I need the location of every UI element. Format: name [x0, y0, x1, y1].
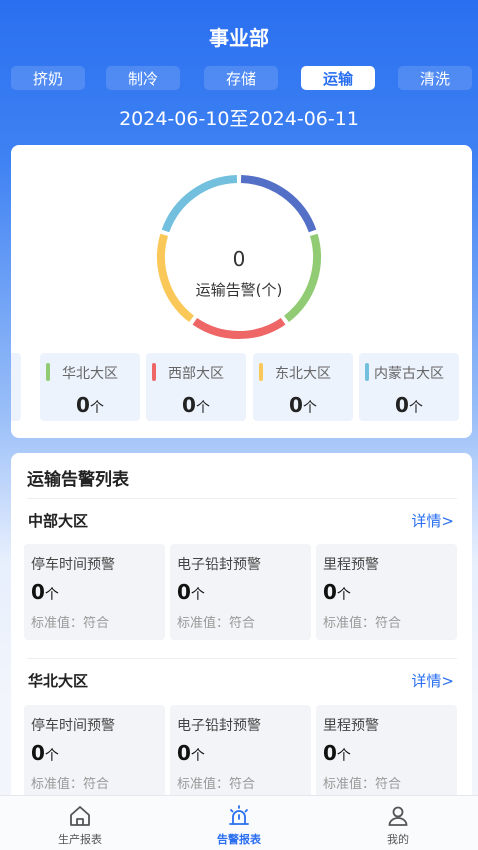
group-title: 华北大区	[28, 672, 89, 690]
region-value: 0个	[76, 393, 104, 417]
metric-name: 电子铅封预警	[177, 718, 261, 734]
alert-list-title: 运输告警列表	[27, 470, 129, 490]
alarm-icon	[229, 805, 249, 825]
alert-count: 0	[232, 247, 246, 271]
category-tabs: 挤奶 制冷 存储 运输 清洗	[0, 66, 478, 90]
donut-segment	[192, 317, 286, 339]
metric-standard: 标准值：符合	[31, 616, 110, 631]
donut-segment	[161, 175, 238, 233]
metric-name: 停车时间预警	[31, 718, 115, 734]
tab-cleaning[interactable]: 清洗	[398, 66, 472, 90]
region-card-partial[interactable]	[11, 353, 21, 421]
metric-standard: 标准值：符合	[177, 616, 256, 631]
metric-standard: 标准值：符合	[31, 777, 110, 792]
region-name: 西部大区	[168, 366, 224, 382]
metric-name: 停车时间预警	[31, 557, 115, 573]
region-card-neimenggu[interactable]: 内蒙古大区 0个	[359, 353, 459, 421]
region-name: 华北大区	[62, 366, 118, 382]
metric-name: 里程预警	[323, 557, 379, 573]
metric-standard: 标准值：符合	[323, 616, 402, 631]
metric-value: 0个	[31, 741, 59, 765]
detail-link[interactable]: 详情>	[411, 510, 454, 531]
metric-card[interactable]: 电子铅封预警 0个 标准值：符合	[170, 544, 311, 640]
detail-link[interactable]: 详情>	[411, 670, 454, 691]
metric-standard: 标准值：符合	[177, 777, 256, 792]
region-value: 0个	[395, 393, 423, 417]
metric-card[interactable]: 里程预警 0个 标准值：符合	[316, 544, 457, 640]
date-range[interactable]: 2024-06-10至2024-06-11	[0, 104, 478, 131]
region-value: 0个	[182, 393, 210, 417]
metric-value: 0个	[177, 580, 205, 604]
region-card-huabei[interactable]: 华北大区 0个	[40, 353, 140, 421]
page-title: 事业部	[209, 26, 269, 50]
metric-card[interactable]: 电子铅封预警 0个 标准值：符合	[170, 705, 311, 801]
metric-value: 0个	[323, 741, 351, 765]
summary-card: 0 运输告警(个) 华北大区 0个 西部大区 0个 东北大区 0个 内蒙古大区 …	[11, 145, 472, 438]
donut-segment	[240, 175, 317, 233]
nav-label: 生产报表	[58, 833, 102, 846]
user-icon	[388, 806, 408, 826]
region-name: 内蒙古大区	[374, 366, 444, 382]
group-title: 中部大区	[28, 512, 89, 530]
metric-value: 0个	[31, 580, 59, 604]
metric-name: 电子铅封预警	[177, 557, 261, 573]
metric-card[interactable]: 停车时间预警 0个 标准值：符合	[24, 705, 165, 801]
nav-label: 告警报表	[217, 833, 261, 846]
metric-value: 0个	[323, 580, 351, 604]
alert-count-label: 运输告警(个)	[195, 281, 283, 299]
divider	[27, 658, 457, 659]
divider	[27, 498, 457, 499]
nav-label: 我的	[387, 833, 409, 846]
nav-alarm-report[interactable]: 告警报表	[159, 796, 319, 850]
tab-milking[interactable]: 挤奶	[11, 66, 85, 90]
metric-name: 里程预警	[323, 718, 379, 734]
region-name: 东北大区	[275, 366, 331, 382]
alert-list-card: 运输告警列表 中部大区 详情> 停车时间预警 0个 标准值：符合 电子铅封预警 …	[11, 453, 472, 813]
metric-standard: 标准值：符合	[323, 777, 402, 792]
nav-production-report[interactable]: 生产报表	[0, 796, 160, 850]
bottom-nav: 生产报表 告警报表 我的	[0, 795, 478, 850]
region-card-dongbei[interactable]: 东北大区 0个	[253, 353, 353, 421]
region-card-xibu[interactable]: 西部大区 0个	[146, 353, 246, 421]
metric-card[interactable]: 停车时间预警 0个 标准值：符合	[24, 544, 165, 640]
tab-cooling[interactable]: 制冷	[106, 66, 180, 90]
home-icon	[70, 806, 90, 826]
metric-card[interactable]: 里程预警 0个 标准值：符合	[316, 705, 457, 801]
tab-transport[interactable]: 运输	[301, 66, 375, 90]
nav-mine[interactable]: 我的	[318, 796, 478, 850]
metric-value: 0个	[177, 741, 205, 765]
region-value: 0个	[289, 393, 317, 417]
tab-storage[interactable]: 存储	[204, 66, 278, 90]
